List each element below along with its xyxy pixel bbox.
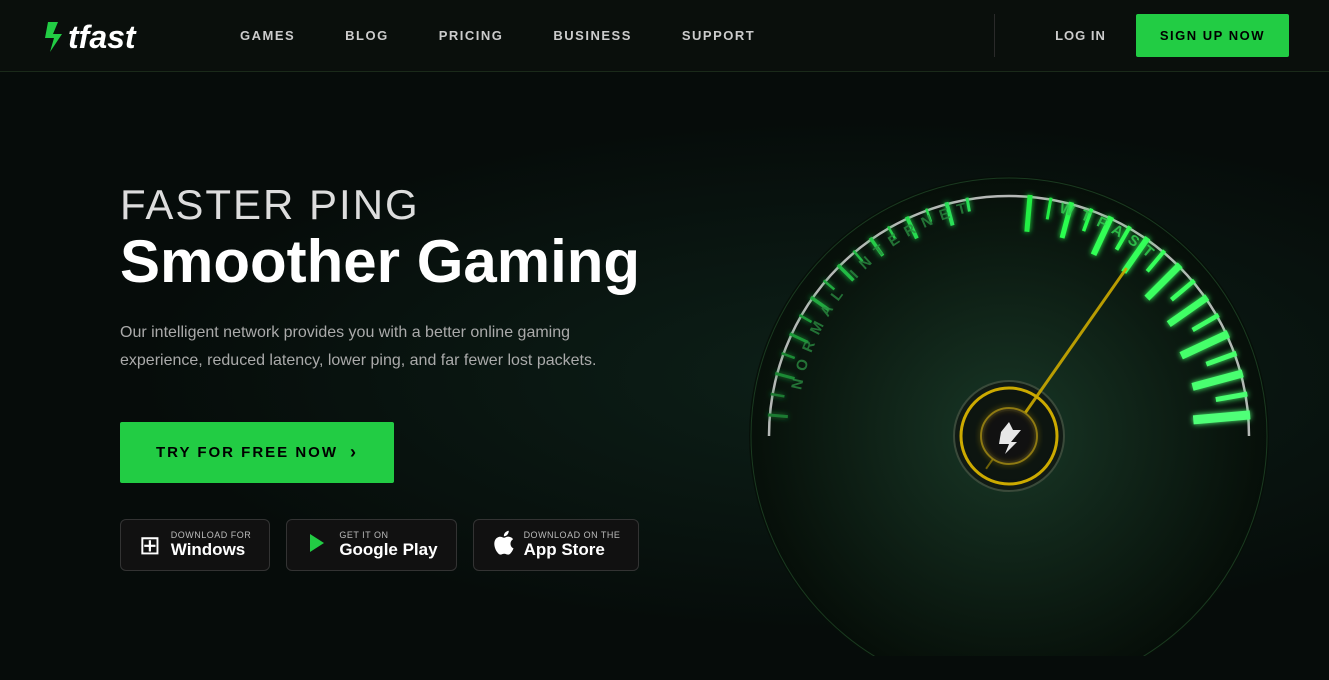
app-store-badge[interactable]: Download on the App Store [473, 519, 640, 571]
download-badges: ⊞ Download for Windows GET IT ON Google … [120, 519, 640, 571]
google-play-badge-text: GET IT ON Google Play [339, 530, 437, 560]
navbar: tfast GAMES BLOG PRICING BUSINESS SUPPOR… [0, 0, 1329, 72]
cta-arrow-icon: › [350, 442, 358, 463]
windows-icon: ⊞ [139, 532, 161, 558]
hero-section: FASTER PING Smoother Gaming Our intellig… [0, 72, 1329, 680]
cta-label: TRY FOR FREE NOW [156, 444, 338, 461]
app-store-badge-large: App Store [524, 540, 621, 560]
hero-title: Smoother Gaming [120, 229, 640, 295]
nav-blog[interactable]: BLOG [345, 28, 389, 43]
google-play-badge-small: GET IT ON [339, 530, 437, 540]
windows-badge-small: Download for [171, 530, 252, 540]
nav-pricing[interactable]: PRICING [439, 28, 504, 43]
windows-badge-large: Windows [171, 540, 252, 560]
nav-games[interactable]: GAMES [240, 28, 295, 43]
apple-icon [492, 530, 514, 560]
google-play-icon [305, 531, 329, 559]
svg-text:tfast: tfast [68, 19, 137, 55]
speedometer: NORMAL INTERNET WTFAST [669, 96, 1329, 656]
hero-subtitle: FASTER PING [120, 181, 640, 229]
logo[interactable]: tfast [40, 14, 180, 58]
app-store-badge-small: Download on the [524, 530, 621, 540]
login-button[interactable]: LOG IN [1025, 28, 1136, 43]
hero-text: FASTER PING Smoother Gaming Our intellig… [120, 181, 640, 570]
nav-business[interactable]: BUSINESS [553, 28, 631, 43]
nav-support[interactable]: SUPPORT [682, 28, 755, 43]
nav-links: GAMES BLOG PRICING BUSINESS SUPPORT [240, 28, 974, 43]
signup-button[interactable]: SIGN UP NOW [1136, 14, 1289, 57]
hero-description: Our intelligent network provides you wit… [120, 319, 600, 373]
speedometer-svg: NORMAL INTERNET WTFAST [669, 96, 1329, 656]
cta-button[interactable]: TRY FOR FREE NOW › [120, 422, 394, 483]
app-store-badge-text: Download on the App Store [524, 530, 621, 560]
windows-badge-text: Download for Windows [171, 530, 252, 560]
nav-actions: LOG IN SIGN UP NOW [994, 14, 1289, 57]
google-play-badge-large: Google Play [339, 540, 437, 560]
google-play-badge[interactable]: GET IT ON Google Play [286, 519, 456, 571]
windows-badge[interactable]: ⊞ Download for Windows [120, 519, 270, 571]
